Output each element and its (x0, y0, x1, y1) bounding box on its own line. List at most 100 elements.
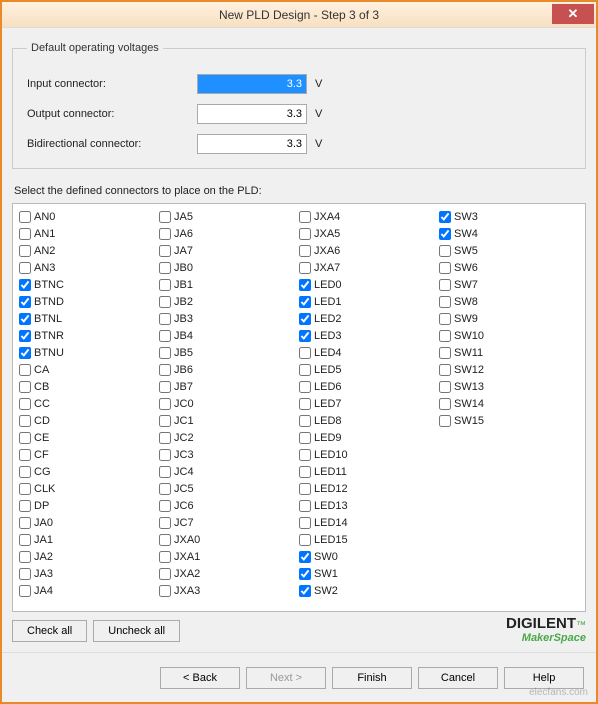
connector-item[interactable]: JB7 (159, 378, 299, 395)
connector-checkbox[interactable] (19, 517, 31, 529)
connector-checkbox[interactable] (299, 466, 311, 478)
connector-checkbox[interactable] (299, 449, 311, 461)
connector-checkbox[interactable] (299, 228, 311, 240)
connector-item[interactable]: JXA5 (299, 225, 439, 242)
connector-item[interactable]: LED8 (299, 412, 439, 429)
connector-item[interactable]: CC (19, 395, 159, 412)
connector-checkbox[interactable] (299, 398, 311, 410)
connector-item[interactable]: JA1 (19, 531, 159, 548)
connector-checkbox[interactable] (19, 500, 31, 512)
connector-item[interactable]: LED15 (299, 531, 439, 548)
connector-checkbox[interactable] (19, 466, 31, 478)
connector-checkbox[interactable] (159, 381, 171, 393)
connector-checkbox[interactable] (299, 330, 311, 342)
connector-item[interactable]: SW7 (439, 276, 579, 293)
connector-checkbox[interactable] (159, 279, 171, 291)
connector-checkbox[interactable] (159, 466, 171, 478)
connector-item[interactable]: LED5 (299, 361, 439, 378)
connector-item[interactable]: SW3 (439, 208, 579, 225)
connector-checkbox[interactable] (159, 330, 171, 342)
connector-item[interactable]: JA2 (19, 548, 159, 565)
connector-checkbox[interactable] (159, 483, 171, 495)
connector-checkbox[interactable] (159, 245, 171, 257)
connector-item[interactable]: AN1 (19, 225, 159, 242)
connector-item[interactable]: CLK (19, 480, 159, 497)
connector-checkbox[interactable] (19, 211, 31, 223)
connector-checkbox[interactable] (159, 449, 171, 461)
connector-item[interactable]: SW9 (439, 310, 579, 327)
connector-item[interactable]: JB5 (159, 344, 299, 361)
connector-checkbox[interactable] (439, 347, 451, 359)
connector-item[interactable]: JB3 (159, 310, 299, 327)
connector-checkbox[interactable] (159, 585, 171, 597)
connector-item[interactable]: SW0 (299, 548, 439, 565)
connector-item[interactable]: JC2 (159, 429, 299, 446)
connector-item[interactable]: LED14 (299, 514, 439, 531)
connector-checkbox[interactable] (299, 279, 311, 291)
connector-checkbox[interactable] (19, 228, 31, 240)
connector-item[interactable]: CD (19, 412, 159, 429)
connector-checkbox[interactable] (19, 296, 31, 308)
connector-item[interactable]: LED4 (299, 344, 439, 361)
connector-checkbox[interactable] (439, 279, 451, 291)
connector-checkbox[interactable] (19, 398, 31, 410)
back-button[interactable]: < Back (160, 667, 240, 689)
connector-item[interactable]: JB2 (159, 293, 299, 310)
connector-item[interactable]: AN3 (19, 259, 159, 276)
connector-checkbox[interactable] (19, 330, 31, 342)
connector-checkbox[interactable] (159, 415, 171, 427)
connector-checkbox[interactable] (299, 347, 311, 359)
connector-checkbox[interactable] (19, 432, 31, 444)
connector-checkbox[interactable] (159, 313, 171, 325)
next-button[interactable]: Next > (246, 667, 326, 689)
connector-item[interactable]: JC4 (159, 463, 299, 480)
connector-checkbox[interactable] (159, 347, 171, 359)
connector-item[interactable]: JC7 (159, 514, 299, 531)
connector-item[interactable]: JA4 (19, 582, 159, 599)
connector-checkbox[interactable] (439, 211, 451, 223)
connector-checkbox[interactable] (159, 262, 171, 274)
connector-checkbox[interactable] (19, 313, 31, 325)
connector-checkbox[interactable] (19, 551, 31, 563)
connector-item[interactable]: JC5 (159, 480, 299, 497)
connector-item[interactable]: SW8 (439, 293, 579, 310)
connector-item[interactable]: JA7 (159, 242, 299, 259)
connector-item[interactable]: JA6 (159, 225, 299, 242)
connector-checkbox[interactable] (439, 313, 451, 325)
connector-item[interactable]: SW4 (439, 225, 579, 242)
connector-item[interactable]: DP (19, 497, 159, 514)
connector-item[interactable]: JXA6 (299, 242, 439, 259)
connector-checkbox[interactable] (299, 245, 311, 257)
connector-item[interactable]: BTNR (19, 327, 159, 344)
connector-checkbox[interactable] (19, 449, 31, 461)
connector-item[interactable]: JXA3 (159, 582, 299, 599)
connector-item[interactable]: LED11 (299, 463, 439, 480)
connector-item[interactable]: LED3 (299, 327, 439, 344)
connector-checkbox[interactable] (159, 364, 171, 376)
connector-checkbox[interactable] (299, 534, 311, 546)
connector-checkbox[interactable] (439, 364, 451, 376)
connector-checkbox[interactable] (159, 534, 171, 546)
connector-checkbox[interactable] (159, 500, 171, 512)
connector-checkbox[interactable] (19, 415, 31, 427)
connector-item[interactable]: SW5 (439, 242, 579, 259)
connector-checkbox[interactable] (439, 398, 451, 410)
close-button[interactable]: ✕ (552, 4, 594, 24)
connector-item[interactable]: JXA1 (159, 548, 299, 565)
connector-item[interactable]: AN2 (19, 242, 159, 259)
connector-checkbox[interactable] (159, 211, 171, 223)
connector-item[interactable]: SW12 (439, 361, 579, 378)
connector-item[interactable]: JB4 (159, 327, 299, 344)
finish-button[interactable]: Finish (332, 667, 412, 689)
connector-item[interactable]: CB (19, 378, 159, 395)
connector-item[interactable]: LED10 (299, 446, 439, 463)
connector-checkbox[interactable] (159, 432, 171, 444)
connector-checkbox[interactable] (439, 262, 451, 274)
connector-checkbox[interactable] (439, 228, 451, 240)
connector-checkbox[interactable] (439, 415, 451, 427)
connector-checkbox[interactable] (19, 483, 31, 495)
connector-item[interactable]: BTNC (19, 276, 159, 293)
connector-item[interactable]: CE (19, 429, 159, 446)
connector-checkbox[interactable] (299, 415, 311, 427)
connector-item[interactable]: SW15 (439, 412, 579, 429)
